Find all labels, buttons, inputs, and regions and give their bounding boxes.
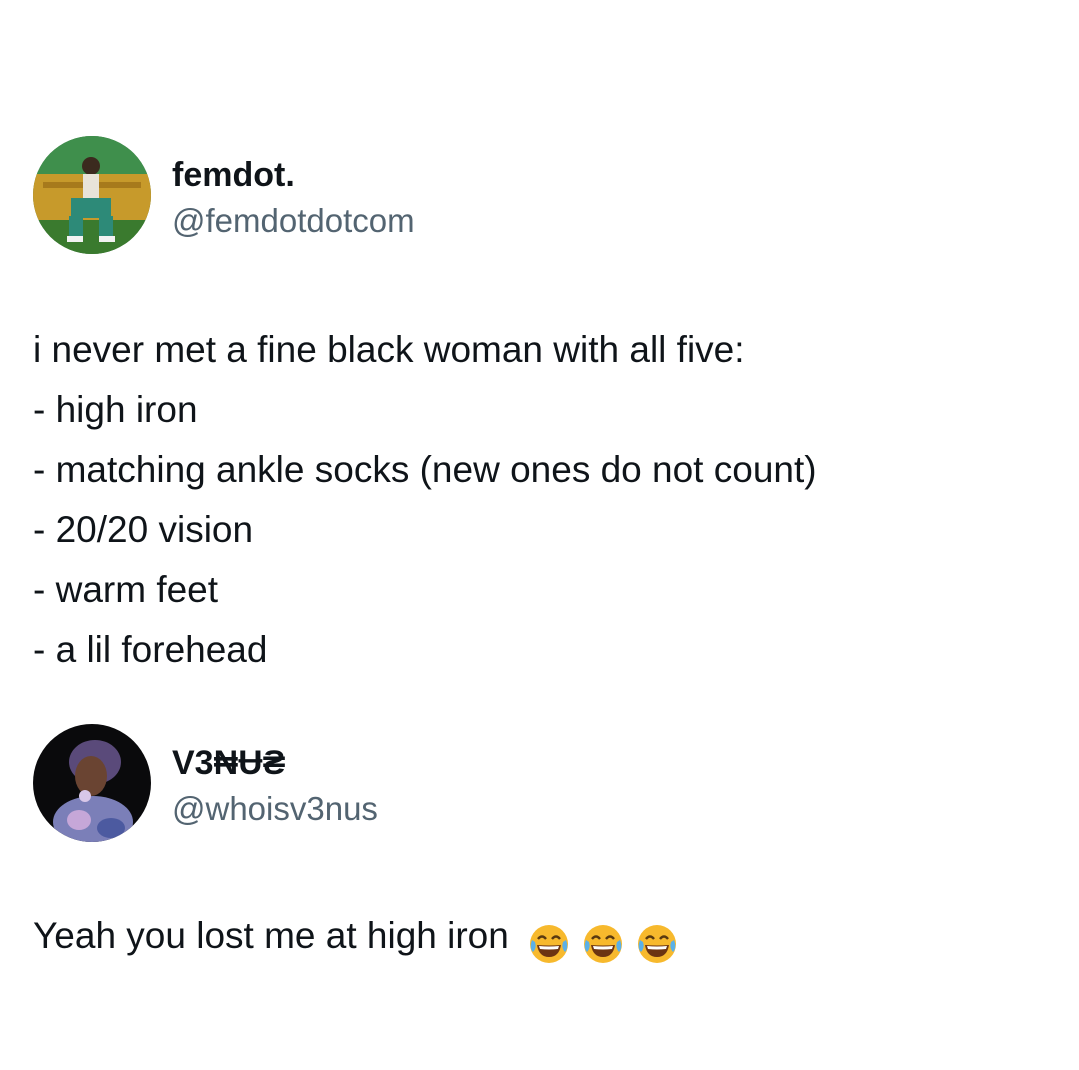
tweet-text-line: - a lil forehead	[33, 629, 268, 670]
face-with-tears-of-joy-icon	[530, 925, 569, 964]
display-name[interactable]: V3₦Ʉ₴	[172, 743, 285, 783]
display-name[interactable]: femdot.	[172, 155, 295, 195]
avatar-photo	[33, 136, 151, 254]
avatar-photo	[33, 724, 151, 842]
tweet-text: i never met a fine black woman with all …	[33, 320, 817, 680]
tweet-text-line: - high iron	[33, 389, 198, 430]
avatar[interactable]	[33, 136, 151, 254]
face-with-tears-of-joy-icon	[638, 925, 677, 964]
tweet-text: Yeah you lost me at high iron	[33, 906, 689, 972]
tweet-text-line: - matching ankle socks (new ones do not …	[33, 449, 817, 490]
avatar[interactable]	[33, 724, 151, 842]
tweet-text-line: i never met a fine black woman with all …	[33, 329, 745, 370]
tweet-text-line: - warm feet	[33, 569, 219, 610]
face-with-tears-of-joy-icon	[584, 925, 623, 964]
tweet-text-content: Yeah you lost me at high iron	[33, 915, 509, 956]
emoji-row	[527, 912, 689, 972]
tweet-text-line: - 20/20 vision	[33, 509, 254, 550]
user-handle[interactable]: @femdotdotcom	[172, 201, 415, 241]
user-handle[interactable]: @whoisv3nus	[172, 789, 378, 829]
